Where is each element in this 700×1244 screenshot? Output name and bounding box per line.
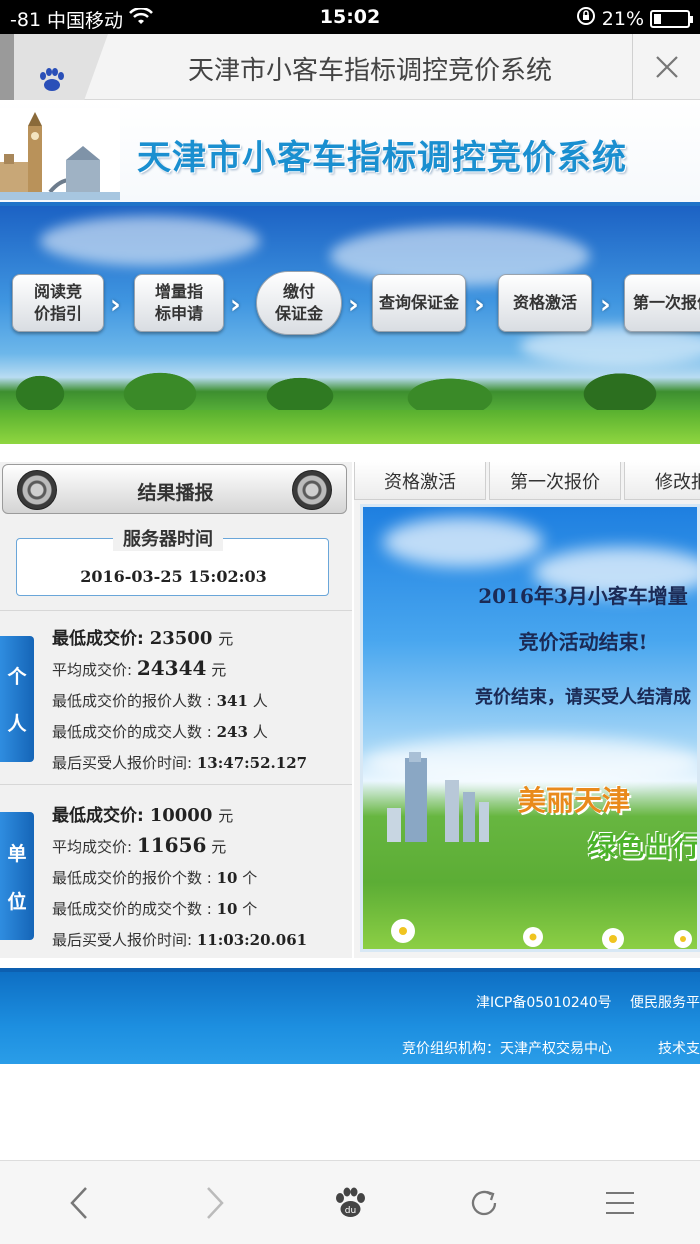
site-title: 天津市小客车指标调控竞价系统 <box>137 138 627 178</box>
forward-button[interactable] <box>184 1181 244 1225</box>
server-time-label: 服务器时间 <box>113 525 223 551</box>
hamburger-menu-icon <box>606 1192 634 1214</box>
company-last-bid-time: 最后买受人报价时间: 11:03:20.061 <box>52 931 308 949</box>
step-first-bid[interactable]: 第一次报价 <box>624 274 700 332</box>
individual-tab[interactable]: 个 人 <box>0 636 34 762</box>
individual-avg-price: 平均成交价: 24344 元 <box>52 656 227 680</box>
refresh-icon <box>471 1190 497 1216</box>
tab-modify-bid[interactable]: 修改报 <box>624 462 700 500</box>
site-header: 天津市小客车指标调控竞价系统 <box>0 100 700 206</box>
baidu-paw-icon: du <box>336 1187 365 1217</box>
slogan-beautiful-tianjin: 美丽天津 <box>518 784 631 817</box>
step-activate-qualification[interactable]: 资格激活 <box>498 274 592 332</box>
notice-image: 2016年3月小客车增量 竞价活动结束! 竞价结束，请买受人结清成 美丽天津 绿… <box>360 504 700 952</box>
service-link[interactable]: 便民服务平 <box>630 992 700 1012</box>
svg-text:du: du <box>345 1206 356 1216</box>
browser-title-bar: 天津市小客车指标调控竞价系统 <box>0 34 700 100</box>
battery-fill <box>654 13 661 24</box>
landmark-illustration-icon <box>0 108 120 200</box>
company-bidders: 最低成交价的报价个数 : 10 个 <box>52 869 258 887</box>
notice-panel: 资格激活 第一次报价 修改报 2016年3月小客车增量 竞价活动结束! 竞价结束… <box>354 462 700 958</box>
company-tab[interactable]: 单 位 <box>0 812 34 940</box>
rotation-lock-icon <box>576 6 596 31</box>
battery-icon <box>650 9 693 28</box>
menu-button[interactable] <box>590 1181 650 1225</box>
results-panel: 结果播报 服务器时间 2016-03-25 15:02:03 个 人 最低成交价… <box>0 462 352 958</box>
server-time-box: 服务器时间 2016-03-25 15:02:03 <box>16 525 329 596</box>
daisy-flowers-icon <box>391 919 692 949</box>
notice-line-1: 2016年3月小客车增量 <box>478 584 688 608</box>
chevron-left-icon <box>70 1187 87 1219</box>
notice-line-2: 竞价活动结束! <box>518 630 648 654</box>
step-quota-apply[interactable]: 增量指 标申请 <box>134 274 224 332</box>
notice-line-3: 竞价结束，请买受人结清成 <box>475 687 691 708</box>
chevron-right-icon: › <box>230 290 241 320</box>
back-button[interactable] <box>50 1181 110 1225</box>
slogan-green-travel: 绿色出行 <box>588 830 700 863</box>
individual-last-bid-time: 最后买受人报价时间: 13:47:52.127 <box>52 754 308 772</box>
baidu-paw-icon <box>36 68 66 98</box>
browser-page-title: 天津市小客车指标调控竞价系统 <box>187 56 552 86</box>
company-deals: 最低成交价的成交个数 : 10 个 <box>52 900 258 918</box>
individual-deals: 最低成交价的成交人数 : 243 人 <box>52 723 268 741</box>
chevron-right-icon: › <box>600 290 611 320</box>
site-footer: 津ICP备05010240号 便民服务平 竞价组织机构：天津产权交易中心 技术支 <box>0 968 700 1064</box>
server-time-value: 2016-03-25 15:02:03 <box>80 567 267 586</box>
chevron-right-icon: › <box>474 290 485 320</box>
company-avg-price: 平均成交价: 11656 元 <box>52 833 227 857</box>
results-header: 结果播报 <box>2 464 347 514</box>
step-read-guide[interactable]: 阅读竞 价指引 <box>12 274 104 332</box>
organizer-info: 竞价组织机构：天津产权交易中心 <box>402 1041 612 1057</box>
refresh-button[interactable] <box>454 1181 514 1225</box>
status-bar: -81 中国移动 15:02 21% <box>0 0 700 34</box>
step-check-deposit[interactable]: 查询保证金 <box>372 274 466 332</box>
chevron-right-icon: › <box>110 290 121 320</box>
notice-tabs: 资格激活 第一次报价 修改报 <box>354 462 700 502</box>
tab-first-bid[interactable]: 第一次报价 <box>489 462 621 500</box>
city-skyline-icon <box>387 752 489 842</box>
tech-support: 技术支 <box>658 1041 700 1057</box>
step-pay-deposit[interactable]: 缴付 保证金 <box>256 271 342 335</box>
company-min-price: 最低成交价: 10000 元 <box>52 805 234 826</box>
individual-bidders: 最低成交价的报价人数 : 341 人 <box>52 692 268 710</box>
process-banner: 阅读竞 价指引 › 增量指 标申请 › 缴付 保证金 › 查询保证金 › 资格激活 ›… <box>0 206 700 444</box>
close-button[interactable] <box>632 34 700 100</box>
individual-min-price: 最低成交价: 23500 元 <box>52 628 234 649</box>
baidu-home-button[interactable]: du <box>320 1181 380 1225</box>
tab-activate-qualification[interactable]: 资格激活 <box>354 462 486 500</box>
icp-number: 津ICP备05010240号 <box>476 995 612 1011</box>
chevron-right-icon: › <box>348 290 359 320</box>
chevron-right-icon <box>207 1187 224 1219</box>
close-icon <box>655 56 678 78</box>
wheel-icon <box>292 470 332 510</box>
browser-bottom-nav: du <box>0 1160 700 1244</box>
battery-percent: 21% <box>601 7 644 30</box>
